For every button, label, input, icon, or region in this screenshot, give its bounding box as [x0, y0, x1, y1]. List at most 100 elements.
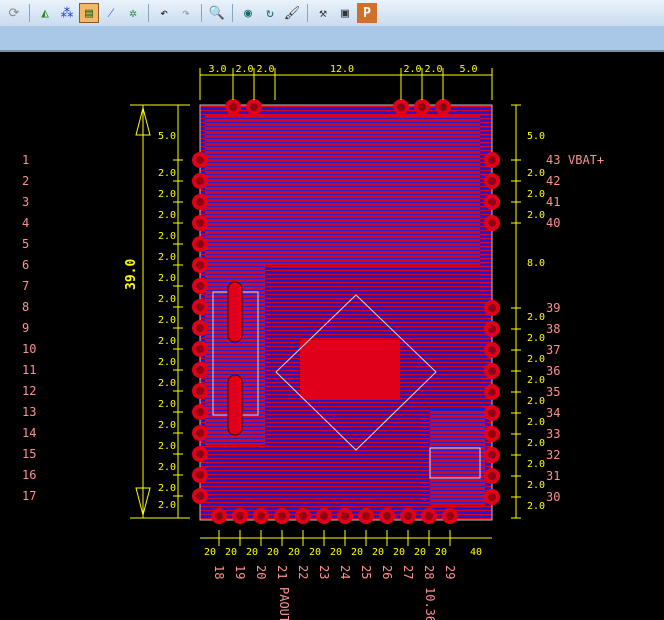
- pad[interactable]: [192, 467, 208, 483]
- pin-label: 36: [546, 364, 560, 378]
- pad[interactable]: [192, 425, 208, 441]
- pad[interactable]: [484, 468, 500, 484]
- pad[interactable]: [192, 173, 208, 189]
- pcb-canvas[interactable]: 2.0 2.0 2.0 2.0 2.0 2.0 2.0 2.0 2.0 2.0 2.0 2.0 2.0 2…: [0, 52, 664, 620]
- pad[interactable]: [393, 99, 409, 115]
- dimension-label: 20: [288, 547, 300, 558]
- pad[interactable]: [358, 508, 374, 524]
- pad[interactable]: [316, 508, 332, 524]
- pin-label: 14: [22, 426, 36, 440]
- dimension-label: 20: [309, 547, 321, 558]
- dimension-label: 20: [246, 547, 258, 558]
- pin-label: 22: [296, 565, 310, 579]
- pad[interactable]: [192, 299, 208, 315]
- pad[interactable]: [379, 508, 395, 524]
- pad[interactable]: [484, 321, 500, 337]
- dimension-label: 2.0: [158, 357, 176, 368]
- toolbar-strip: [0, 26, 664, 52]
- refresh-icon[interactable]: ⟳: [4, 3, 24, 23]
- pad[interactable]: [192, 236, 208, 252]
- pin-label: 32: [546, 448, 560, 462]
- pad[interactable]: [484, 384, 500, 400]
- toolbar-separator: [148, 4, 149, 22]
- pin-label: 37: [546, 343, 560, 357]
- dimension-label: 2.0: [158, 210, 176, 221]
- undo-icon[interactable]: ↶: [154, 3, 174, 23]
- pin-label: 18: [212, 565, 226, 579]
- pad[interactable]: [192, 152, 208, 168]
- pin-label: 7: [22, 279, 29, 293]
- dimension-label: 2.0: [527, 189, 545, 200]
- pad[interactable]: [192, 257, 208, 273]
- pad[interactable]: [232, 508, 248, 524]
- pad[interactable]: [225, 99, 241, 115]
- pad[interactable]: [192, 488, 208, 504]
- pad[interactable]: [192, 320, 208, 336]
- dimension-label: 2.0: [527, 396, 545, 407]
- pad[interactable]: [400, 508, 416, 524]
- tools-icon[interactable]: ⚒: [313, 3, 333, 23]
- pad[interactable]: [246, 99, 262, 115]
- pad[interactable]: [192, 362, 208, 378]
- pad[interactable]: [484, 194, 500, 210]
- pad[interactable]: [484, 426, 500, 442]
- redo-icon[interactable]: ↷: [176, 3, 196, 23]
- pin-label: 26: [380, 565, 394, 579]
- pad[interactable]: [192, 404, 208, 420]
- dimension-label: 5.0: [158, 131, 176, 142]
- pad[interactable]: [253, 508, 269, 524]
- dimension-label: 2.0: [158, 294, 176, 305]
- pad[interactable]: [442, 508, 458, 524]
- pad[interactable]: [484, 447, 500, 463]
- pads-logo-icon[interactable]: P: [357, 3, 377, 23]
- component-icon[interactable]: ✲: [123, 3, 143, 23]
- pad[interactable]: [421, 508, 437, 524]
- pad[interactable]: [435, 99, 451, 115]
- crystal-pad: [227, 374, 243, 436]
- total-height-label: 39.0: [124, 259, 139, 290]
- pin-label: 30: [546, 490, 560, 504]
- pad[interactable]: [337, 508, 353, 524]
- pin-label: 10: [22, 342, 36, 356]
- pad[interactable]: [192, 383, 208, 399]
- pin-label: 12: [22, 384, 36, 398]
- pad[interactable]: [211, 508, 227, 524]
- dimension-label: 20: [351, 547, 363, 558]
- dimension-label: 2.0: [158, 273, 176, 284]
- pin-label: 42: [546, 174, 560, 188]
- route-nets-icon[interactable]: ⁂: [57, 3, 77, 23]
- open-window-icon[interactable]: ▣: [335, 3, 355, 23]
- pad[interactable]: [192, 341, 208, 357]
- place-component-icon[interactable]: ◭: [35, 3, 55, 23]
- dimension-label: 2.0: [527, 312, 545, 323]
- zoom-icon[interactable]: 🔍: [207, 3, 227, 23]
- pad[interactable]: [484, 152, 500, 168]
- pad[interactable]: [484, 173, 500, 189]
- pin-label: 6: [22, 258, 29, 272]
- board-outline-icon[interactable]: ▤: [79, 3, 99, 23]
- pad[interactable]: [484, 342, 500, 358]
- pad[interactable]: [192, 446, 208, 462]
- crystal-pad: [227, 281, 243, 343]
- add-trace-icon[interactable]: ⁄: [101, 3, 121, 23]
- view-zoom-icon[interactable]: ◉: [238, 3, 258, 23]
- pad[interactable]: [484, 215, 500, 231]
- dimension-label: 2.0: [158, 399, 176, 410]
- view-refresh-icon[interactable]: ↻: [260, 3, 280, 23]
- pad[interactable]: [484, 405, 500, 421]
- pad[interactable]: [192, 194, 208, 210]
- pad[interactable]: [192, 215, 208, 231]
- dimension-label: 2.0: [236, 64, 254, 75]
- dimension-label: 20: [414, 547, 426, 558]
- pad[interactable]: [295, 508, 311, 524]
- pin-label: 5: [22, 237, 29, 251]
- pad[interactable]: [414, 99, 430, 115]
- pad[interactable]: [484, 300, 500, 316]
- pin-label: 34: [546, 406, 560, 420]
- dimension-label: 20: [372, 547, 384, 558]
- pad[interactable]: [274, 508, 290, 524]
- pad[interactable]: [484, 489, 500, 505]
- pad[interactable]: [484, 363, 500, 379]
- pad[interactable]: [192, 278, 208, 294]
- brush-icon[interactable]: 🖌: [282, 3, 302, 23]
